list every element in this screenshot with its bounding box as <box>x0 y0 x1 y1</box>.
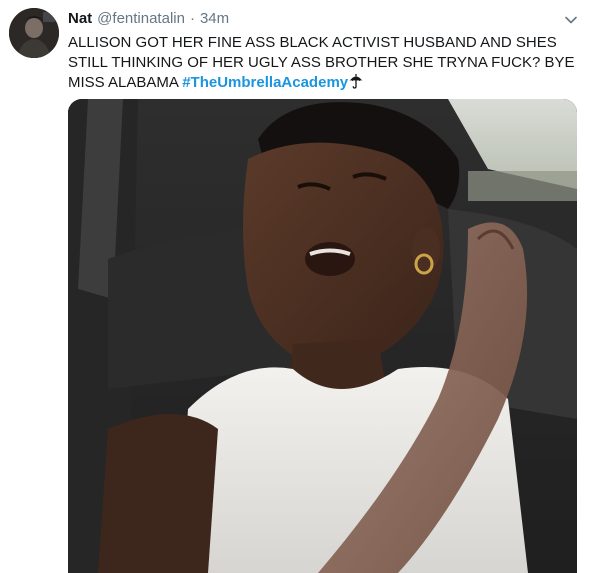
hashtag-link[interactable]: #TheUmbrellaAcademy <box>182 74 348 91</box>
timestamp[interactable]: 34m <box>200 10 229 27</box>
tweet-header: Nat @fentinatalin · 34m <box>68 10 229 30</box>
umbrella-icon <box>349 73 363 89</box>
tweet-video[interactable] <box>68 99 577 573</box>
separator-dot: · <box>189 10 195 27</box>
chevron-down-icon[interactable] <box>562 11 580 29</box>
display-name[interactable]: Nat <box>68 10 92 27</box>
user-handle[interactable]: @fentinatalin <box>97 10 185 27</box>
profile-avatar[interactable] <box>9 8 59 58</box>
tweet-text: ALLISON GOT HER FINE ASS BLACK ACTIVIST … <box>68 33 578 93</box>
tweet-card[interactable]: Nat @fentinatalin · 34m ALLISON GOT HER … <box>0 0 603 573</box>
